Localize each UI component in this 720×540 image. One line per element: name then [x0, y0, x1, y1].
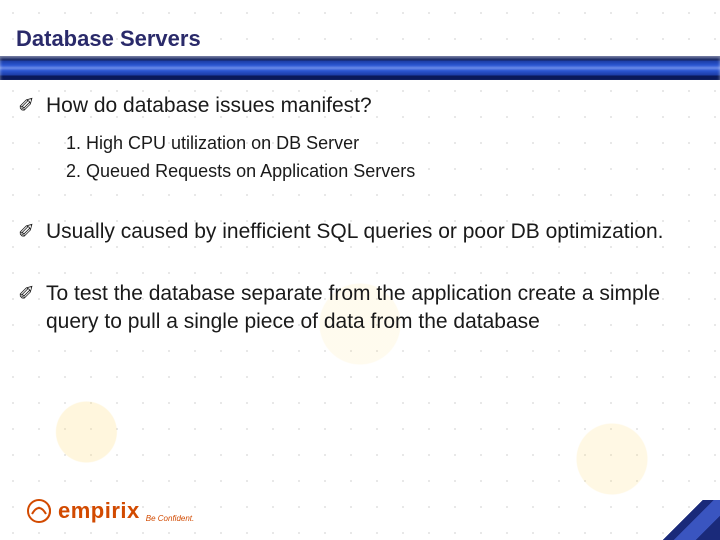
title-stripe	[0, 56, 720, 80]
slide-content: ✐ How do database issues manifest? 1. Hi…	[18, 92, 690, 370]
logo: empirix Be Confident.	[24, 496, 194, 526]
scribble-bullet-icon: ✐	[18, 92, 46, 120]
corner-accent	[650, 500, 720, 540]
bullet-item: ✐ How do database issues manifest?	[18, 92, 690, 120]
bullet-text: To test the database separate from the a…	[46, 280, 690, 336]
bullet-item: ✐ To test the database separate from the…	[18, 280, 690, 336]
sub-list: 1. High CPU utilization on DB Server 2. …	[66, 130, 690, 184]
sub-item: 1. High CPU utilization on DB Server	[66, 130, 690, 156]
bullet-block: ✐ Usually caused by inefficient SQL quer…	[18, 218, 690, 246]
bullet-item: ✐ Usually caused by inefficient SQL quer…	[18, 218, 690, 246]
scribble-bullet-icon: ✐	[18, 218, 46, 246]
title-bar: Database Servers	[0, 24, 720, 64]
scribble-bullet-icon: ✐	[18, 280, 46, 308]
sub-item: 2. Queued Requests on Application Server…	[66, 158, 690, 184]
logo-mark-icon	[24, 496, 54, 526]
slide: Database Servers ✐ How do database issue…	[0, 0, 720, 540]
bullet-text: Usually caused by inefficient SQL querie…	[46, 218, 663, 246]
logo-wordmark: empirix	[58, 498, 140, 524]
logo-tagline: Be Confident.	[146, 514, 194, 526]
bullet-text: How do database issues manifest?	[46, 92, 372, 120]
bullet-block: ✐ How do database issues manifest? 1. Hi…	[18, 92, 690, 184]
bullet-block: ✐ To test the database separate from the…	[18, 280, 690, 336]
slide-title: Database Servers	[16, 26, 201, 52]
